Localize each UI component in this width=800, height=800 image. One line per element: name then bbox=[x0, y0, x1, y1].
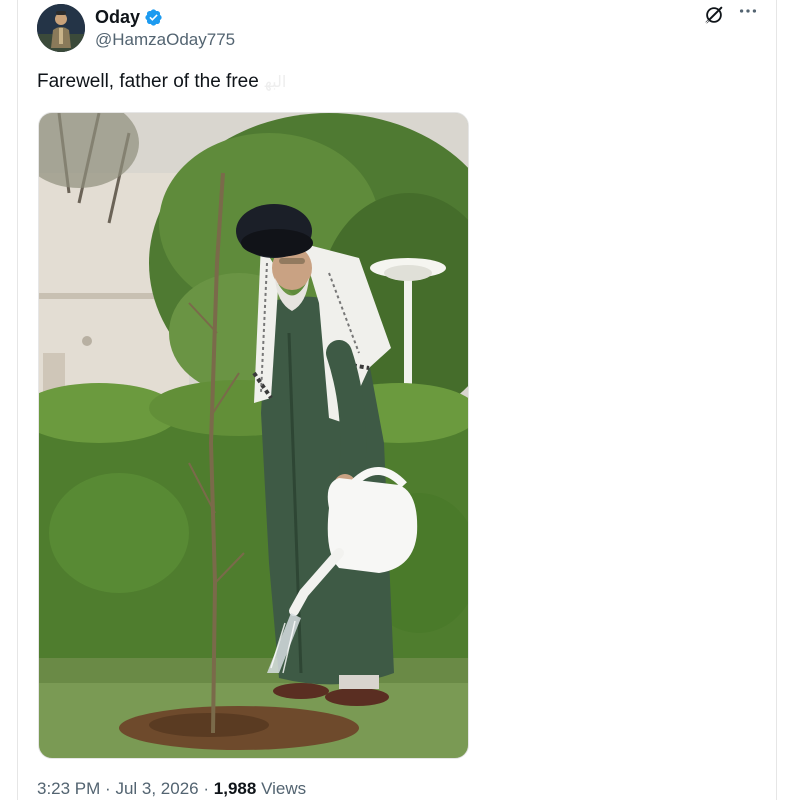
meta-separator: · bbox=[203, 779, 210, 798]
tweet-body: Farewell, father of the free bbox=[37, 71, 259, 92]
timeline-border-left bbox=[17, 0, 18, 800]
photo-man-watering-sapling bbox=[39, 113, 468, 758]
tweet-photo[interactable] bbox=[38, 112, 469, 759]
author-info: Oday @HamzaOday775 bbox=[95, 6, 235, 51]
more-icon[interactable] bbox=[737, 0, 759, 22]
tweet-text: Farewell, father of the free ﺍﻟﺒﻬ bbox=[37, 70, 286, 95]
views-label: Views bbox=[261, 779, 307, 798]
author-handle[interactable]: @HamzaOday775 bbox=[95, 29, 235, 51]
display-name[interactable]: Oday bbox=[95, 6, 140, 28]
display-name-row: Oday bbox=[95, 6, 235, 28]
views-count[interactable]: 1,988 bbox=[214, 779, 257, 798]
tweet-page: Oday @HamzaOday775 Farewell, father of t… bbox=[0, 0, 800, 800]
meta-separator: · bbox=[105, 779, 111, 798]
timeline-border-right bbox=[776, 0, 777, 800]
tweet-date[interactable]: Jul 3, 2026 bbox=[115, 779, 198, 798]
tweet-meta: 3:23 PM · Jul 3, 2026 · 1,988 Views bbox=[37, 778, 306, 800]
tweet-header: Oday @HamzaOday775 bbox=[37, 4, 767, 52]
faded-text: ﺍﻟﺒﻬ bbox=[264, 74, 287, 91]
grok-icon[interactable] bbox=[703, 4, 725, 26]
avatar[interactable] bbox=[37, 4, 85, 52]
verified-badge-icon[interactable] bbox=[144, 8, 163, 27]
tweet-time[interactable]: 3:23 PM bbox=[37, 779, 100, 798]
